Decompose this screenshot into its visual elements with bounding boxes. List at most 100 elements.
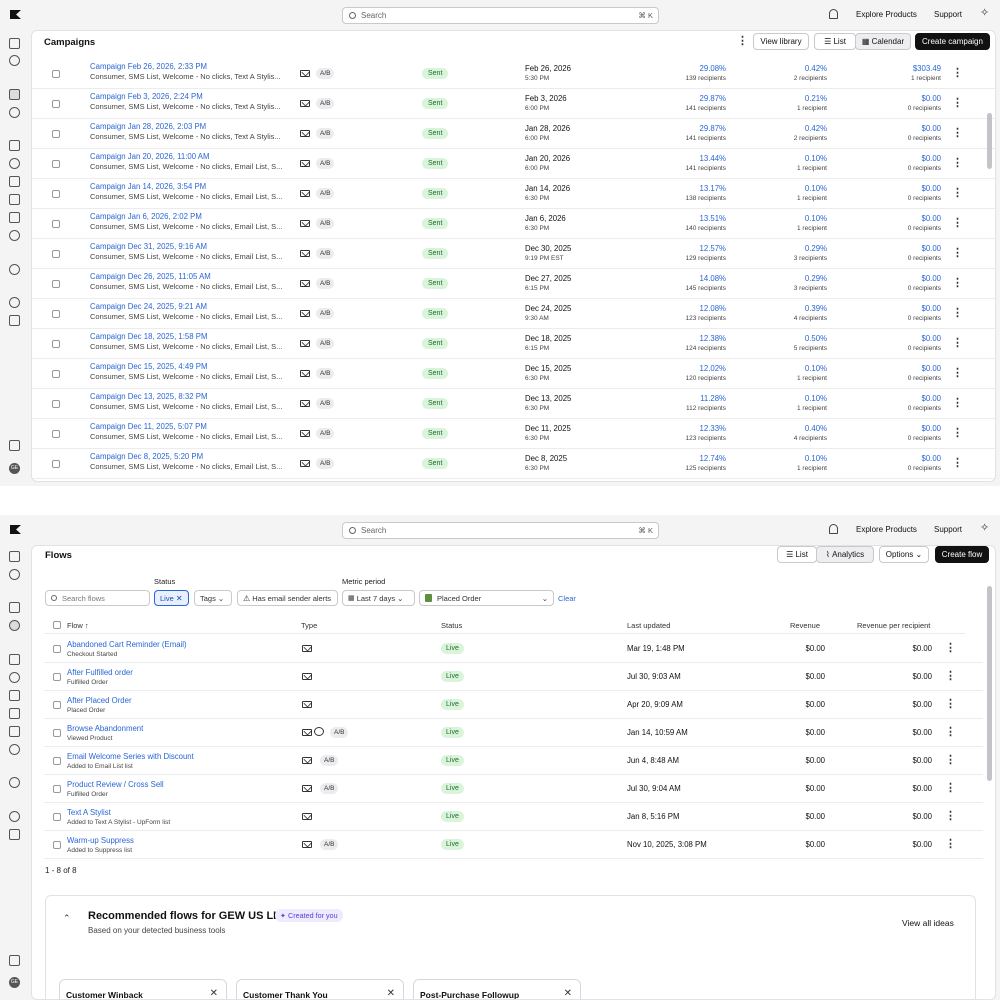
table-row[interactable]: Email Welcome Series with Discount Added …	[44, 747, 983, 775]
campaign-name-link[interactable]: Campaign Dec 15, 2025, 4:49 PM	[90, 362, 207, 371]
column-last-updated[interactable]: Last updated	[627, 621, 670, 630]
column-type[interactable]: Type	[301, 621, 317, 630]
segments-nav-icon[interactable]	[9, 672, 20, 683]
revenue[interactable]: $0.00	[921, 304, 941, 313]
bell-icon[interactable]	[829, 9, 838, 19]
apps-nav-icon[interactable]	[9, 440, 20, 451]
revenue[interactable]: $0.00	[921, 394, 941, 403]
revenue[interactable]: $0.00	[921, 454, 941, 463]
revenue[interactable]: $0.00	[921, 94, 941, 103]
metric-period-select[interactable]: ▦ Last 7 days ⌄	[342, 590, 415, 606]
flow-name-link[interactable]: Browse Abandonment	[67, 724, 143, 733]
click-rate[interactable]: 0.29%	[805, 244, 827, 253]
table-row[interactable]: Campaign Dec 13, 2025, 8:32 PM Consumer, …	[32, 389, 995, 419]
flow-name-link[interactable]: Abandoned Cart Reminder (Email)	[67, 640, 187, 649]
row-checkbox[interactable]	[53, 729, 61, 737]
campaign-name-link[interactable]: Campaign Jan 6, 2026, 2:02 PM	[90, 212, 202, 221]
more-vertical-icon[interactable]: ⋮	[952, 128, 963, 139]
column-revenue-per-recipient[interactable]: Revenue per recipient	[857, 621, 930, 630]
click-rate[interactable]: 0.50%	[805, 334, 827, 343]
more-vertical-icon[interactable]: ⋮	[945, 839, 956, 850]
row-checkbox[interactable]	[52, 370, 60, 378]
table-row[interactable]: Campaign Dec 31, 2025, 9:16 AM Consumer, …	[32, 239, 995, 269]
ideas-nav-icon[interactable]	[9, 777, 20, 788]
more-vertical-icon[interactable]: ⋮	[952, 158, 963, 169]
more-vertical-icon[interactable]: ⋮	[945, 783, 956, 794]
flows-nav-icon[interactable]	[9, 107, 20, 118]
table-row[interactable]: Warm-up Suppress Added to Suppress list A/…	[44, 831, 983, 859]
more-vertical-icon[interactable]: ⋮	[945, 643, 956, 654]
more-vertical-icon[interactable]: ⋮	[952, 278, 963, 289]
flows-nav-icon[interactable]	[9, 620, 20, 631]
more-vertical-icon[interactable]: ⋮	[952, 218, 963, 229]
more-vertical-icon[interactable]: ⋮	[945, 671, 956, 682]
forms-nav-icon[interactable]	[9, 212, 20, 223]
sender-alerts-filter[interactable]: ⚠ Has email sender alerts	[237, 590, 338, 606]
avatar[interactable]: GE	[9, 463, 20, 474]
table-row[interactable]: Campaign Feb 26, 2026, 2:33 PM Consumer, …	[32, 59, 995, 89]
column-revenue[interactable]: Revenue	[790, 621, 820, 630]
table-row[interactable]: Campaign Dec 11, 2025, 5:07 PM Consumer, …	[32, 419, 995, 449]
avatar[interactable]: GE	[9, 977, 20, 988]
row-checkbox[interactable]	[52, 460, 60, 468]
click-rate[interactable]: 0.39%	[805, 304, 827, 313]
recommended-flow-card[interactable]: Post-Purchase Followup✕Tailor post-purch…	[413, 979, 581, 999]
row-checkbox[interactable]	[52, 190, 60, 198]
table-row[interactable]: Product Review / Cross Sell Fulfilled Ord…	[44, 775, 983, 803]
table-row[interactable]: Campaign Jan 6, 2026, 2:02 PM Consumer, S…	[32, 209, 995, 239]
clear-filters-link[interactable]: Clear	[558, 594, 576, 603]
row-checkbox[interactable]	[53, 701, 61, 709]
row-checkbox[interactable]	[52, 100, 60, 108]
open-rate[interactable]: 12.08%	[700, 304, 726, 313]
spark-nav-icon[interactable]	[9, 569, 20, 580]
row-checkbox[interactable]	[52, 400, 60, 408]
logo-icon[interactable]	[10, 525, 21, 534]
more-vertical-icon[interactable]: ⋮	[952, 398, 963, 409]
table-row[interactable]: Browse Abandonment Viewed Product A/B Live J…	[44, 719, 983, 747]
table-row[interactable]: Campaign Jan 14, 2026, 3:54 PM Consumer, …	[32, 179, 995, 209]
audience-nav-icon[interactable]	[9, 708, 20, 719]
row-checkbox[interactable]	[52, 70, 60, 78]
audience-nav-icon[interactable]	[9, 194, 20, 205]
open-rate[interactable]: 29.87%	[700, 94, 726, 103]
campaign-name-link[interactable]: Campaign Dec 18, 2025, 1:58 PM	[90, 332, 207, 341]
more-vertical-icon[interactable]: ⋮	[737, 36, 748, 47]
table-row[interactable]: Abandoned Cart Reminder (Email) Checkout …	[44, 635, 983, 663]
click-rate[interactable]: 0.10%	[805, 364, 827, 373]
row-checkbox[interactable]	[53, 841, 61, 849]
more-vertical-icon[interactable]: ⋮	[945, 727, 956, 738]
row-checkbox[interactable]	[52, 250, 60, 258]
support-link[interactable]: Support	[934, 10, 962, 19]
status-live-chip[interactable]: Live ✕	[154, 590, 189, 606]
global-search-input[interactable]: Search ⌘ K	[342, 522, 659, 539]
flow-name-link[interactable]: After Placed Order	[67, 696, 132, 705]
table-row[interactable]: Campaign Dec 15, 2025, 4:49 PM Consumer, …	[32, 359, 995, 389]
row-checkbox[interactable]	[53, 645, 61, 653]
inbox-nav-icon[interactable]	[9, 690, 20, 701]
open-rate[interactable]: 12.33%	[700, 424, 726, 433]
campaign-name-link[interactable]: Campaign Dec 26, 2025, 11:05 AM	[90, 272, 211, 281]
click-rate[interactable]: 0.29%	[805, 274, 827, 283]
row-checkbox[interactable]	[53, 673, 61, 681]
open-rate[interactable]: 13.44%	[700, 154, 726, 163]
revenue[interactable]: $0.00	[921, 154, 941, 163]
home-icon[interactable]	[9, 38, 20, 49]
campaign-name-link[interactable]: Campaign Jan 14, 2026, 3:54 PM	[90, 182, 206, 191]
open-rate[interactable]: 12.57%	[700, 244, 726, 253]
row-checkbox[interactable]	[53, 785, 61, 793]
create-flow-button[interactable]: Create flow	[935, 546, 989, 563]
logo-icon[interactable]	[10, 10, 21, 19]
revenue[interactable]: $0.00	[921, 214, 941, 223]
global-search-input[interactable]: Search ⌘ K	[342, 7, 659, 24]
flow-name-link[interactable]: After Fulfilled order	[67, 668, 133, 677]
create-campaign-button[interactable]: Create campaign	[915, 33, 990, 50]
explore-products-link[interactable]: Explore Products	[856, 10, 917, 19]
ideas-nav-icon[interactable]	[9, 264, 20, 275]
open-rate[interactable]: 12.02%	[700, 364, 726, 373]
campaign-name-link[interactable]: Campaign Dec 11, 2025, 5:07 PM	[90, 422, 207, 431]
spark-nav-icon[interactable]	[9, 55, 20, 66]
tags-filter[interactable]: Tags ⌄	[194, 590, 232, 606]
table-row[interactable]: Campaign Dec 18, 2025, 1:58 PM Consumer, …	[32, 329, 995, 359]
revenue[interactable]: $0.00	[921, 244, 941, 253]
analytics-nav-icon[interactable]	[9, 744, 20, 755]
